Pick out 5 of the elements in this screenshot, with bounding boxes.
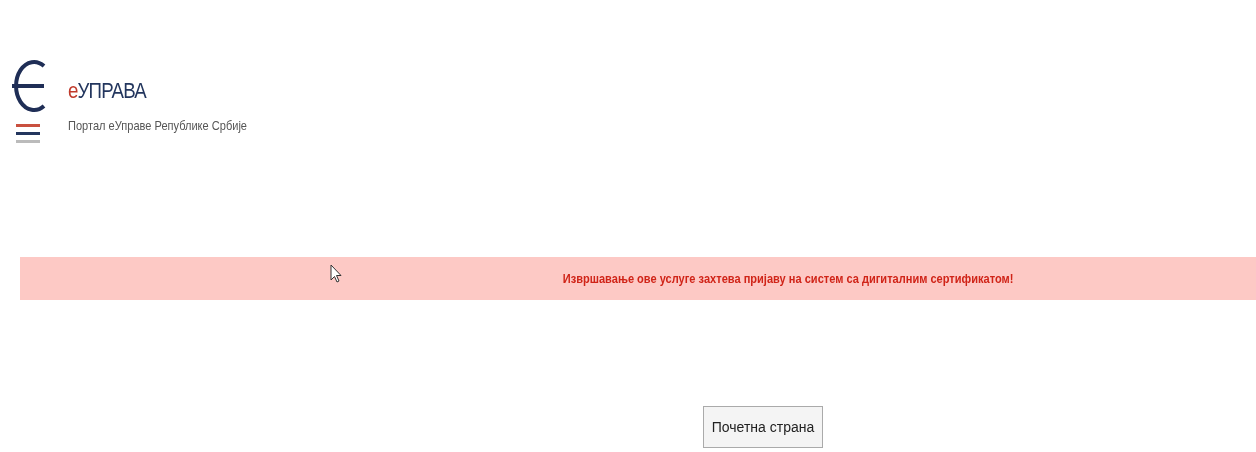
site-title: еУПРАВА <box>68 78 148 104</box>
mouse-cursor-icon <box>330 264 342 283</box>
alert-message: Извршавање ове услуге захтева пријаву на систем са дигиталним сертификатом! <box>562 271 1014 286</box>
site-subtitle: Портал еУправе Републике Србије <box>68 118 247 133</box>
home-button[interactable]: Почетна страна <box>702 406 824 448</box>
